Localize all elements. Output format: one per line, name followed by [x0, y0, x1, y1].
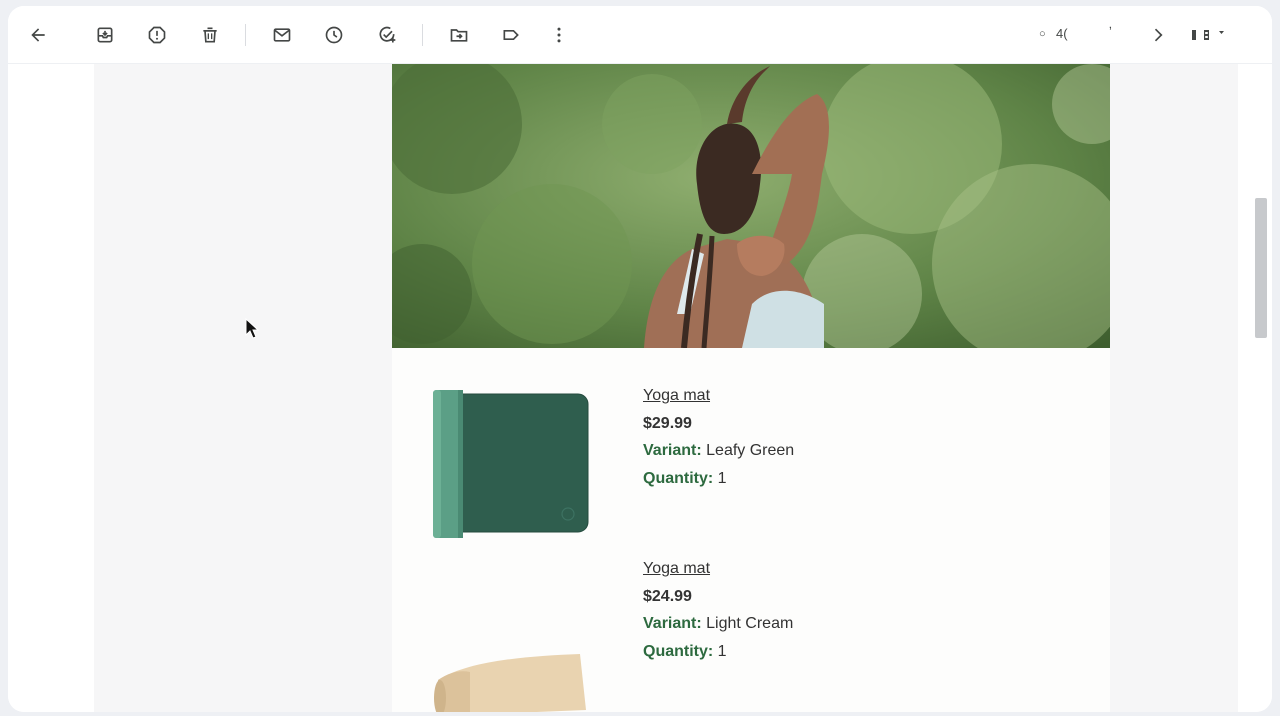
arrow-left-icon: [31, 28, 45, 42]
variant-value: Leafy Green: [706, 442, 795, 459]
product-price: $24.99: [643, 587, 692, 605]
clock-icon: [325, 26, 343, 44]
label-icon: [503, 30, 519, 40]
toolbar-divider: [245, 24, 246, 46]
yoga-hero-illustration: [392, 64, 1110, 348]
product-price: $29.99: [643, 414, 692, 432]
cream-yoga-mat-icon: [434, 654, 586, 712]
product-item: Yoga mat $24.99 Variant: Light Cream Qua…: [392, 558, 1110, 712]
pager-prev-fragment: ʼ: [1109, 24, 1112, 39]
snooze-button[interactable]: [316, 19, 352, 51]
mail-icon: [273, 28, 291, 42]
add-task-icon: [379, 26, 396, 43]
mark-unread-button[interactable]: [264, 19, 300, 51]
content-area: Yoga mat $29.99 Variant: Leafy Green Qua…: [8, 64, 1272, 712]
product-details: Yoga mat $29.99 Variant: Leafy Green Qua…: [643, 382, 794, 492]
hero-image: [392, 64, 1110, 348]
product-item: Yoga mat $29.99 Variant: Leafy Green Qua…: [392, 348, 1110, 558]
product-image-green-mat: [430, 388, 592, 545]
quantity-label: Quantity:: [643, 469, 714, 487]
variant-label: Variant:: [643, 442, 702, 459]
archive-button[interactable]: [87, 19, 123, 51]
add-task-button[interactable]: [369, 19, 405, 51]
email-body: Yoga mat $29.99 Variant: Leafy Green Qua…: [392, 64, 1110, 712]
back-button[interactable]: [20, 19, 56, 51]
report-spam-button[interactable]: [139, 19, 175, 51]
move-folder-icon: [450, 29, 468, 42]
quantity-value: 1: [717, 642, 727, 660]
input-tools-button[interactable]: [1186, 19, 1230, 51]
mouse-pointer-icon: [245, 318, 259, 339]
variant-value: Light Cream: [706, 615, 794, 632]
variant-label: Variant:: [643, 615, 702, 632]
trash-icon: [203, 27, 217, 43]
move-to-button[interactable]: [441, 19, 477, 51]
delete-button[interactable]: [192, 19, 228, 51]
report-spam-icon: [148, 26, 166, 44]
pager-count: 4(: [1056, 26, 1068, 41]
archive-icon: [97, 27, 113, 43]
scrollbar-thumb[interactable]: [1255, 198, 1267, 338]
quantity-label: Quantity:: [643, 642, 714, 660]
pager-dot: ○: [1039, 28, 1046, 40]
more-vert-icon: [557, 27, 561, 43]
gmail-window: ○ 4( ʼ Yoga mat $29.99 Variant: Leafy Gr…: [8, 6, 1272, 712]
message-toolbar: ○ 4( ʼ: [8, 6, 1272, 64]
keyboard-toggle-icon: [1192, 30, 1224, 40]
labels-button[interactable]: [493, 19, 529, 51]
quantity-value: 1: [717, 469, 727, 487]
more-options-button[interactable]: [541, 19, 577, 51]
product-name-link[interactable]: Yoga mat: [643, 387, 710, 404]
message-view: Yoga mat $29.99 Variant: Leafy Green Qua…: [94, 64, 1238, 712]
green-yoga-mat-icon: [433, 390, 589, 538]
product-details: Yoga mat $24.99 Variant: Light Cream Qua…: [643, 555, 793, 665]
chevron-right-icon: [1154, 28, 1163, 42]
product-name-link[interactable]: Yoga mat: [643, 560, 710, 577]
newer-button[interactable]: [1140, 19, 1176, 51]
product-image-cream-mat: [430, 650, 592, 712]
toolbar-divider: [422, 24, 423, 46]
